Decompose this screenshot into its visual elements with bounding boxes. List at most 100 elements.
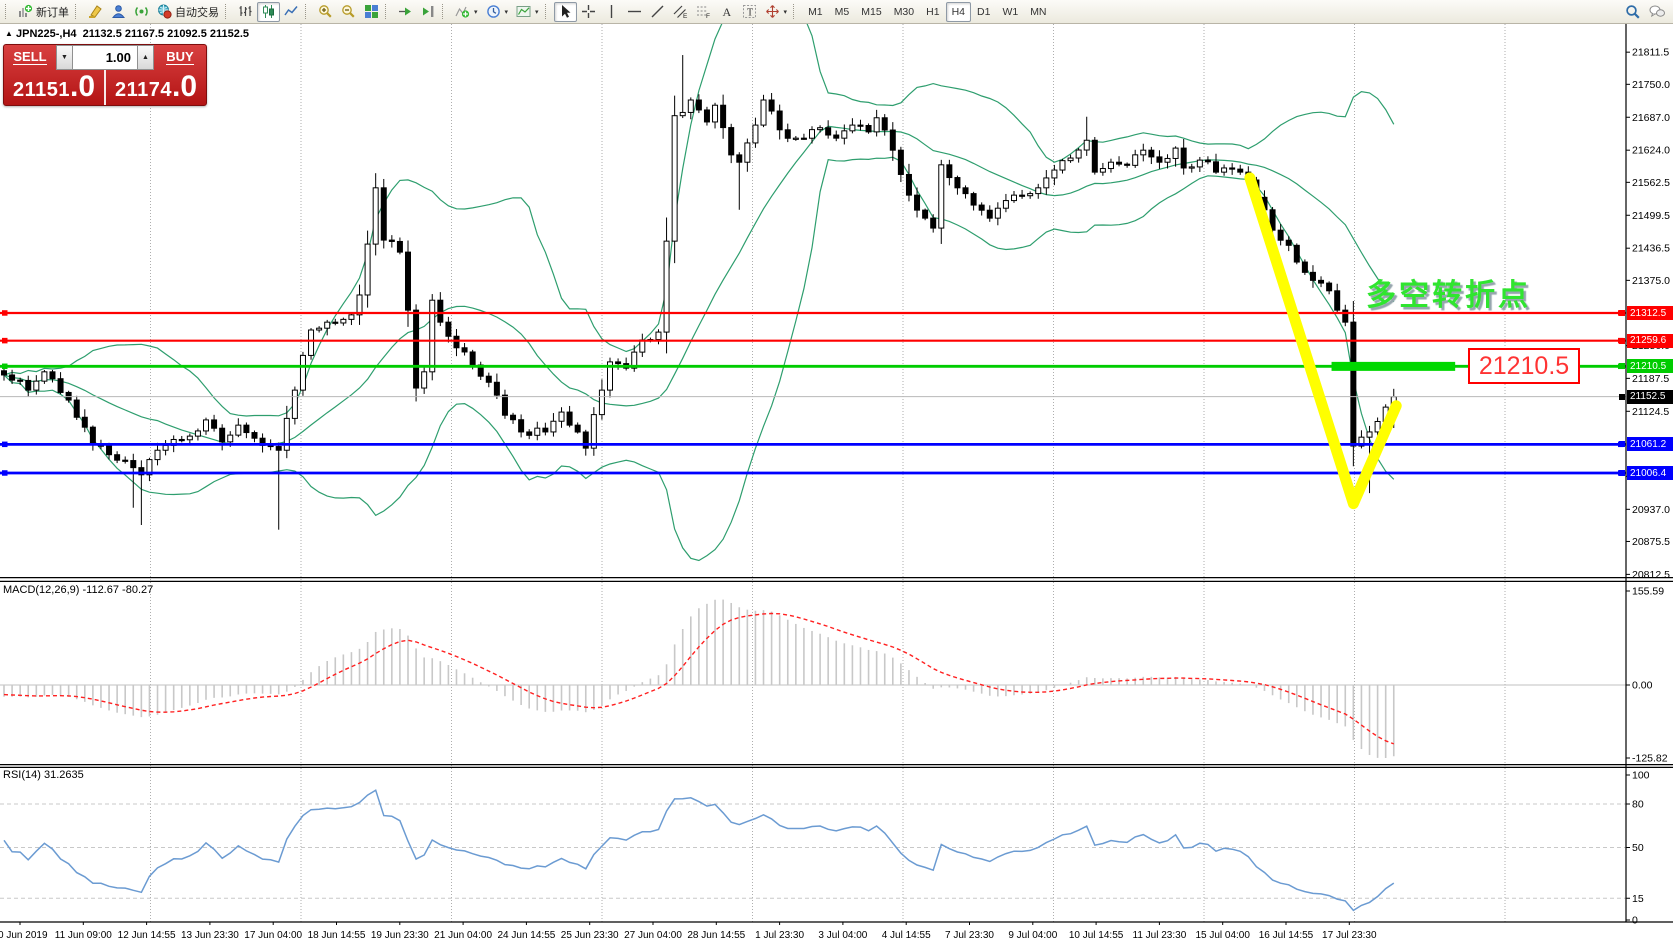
timeframe-button-w1[interactable]: W1 [996, 2, 1024, 22]
hline-button[interactable] [623, 2, 646, 22]
candle-chart-button[interactable] [257, 2, 280, 22]
trendline-button[interactable] [646, 2, 669, 22]
candle-body [769, 100, 774, 111]
buy-button[interactable]: BUY [154, 45, 206, 70]
candle-body [971, 194, 976, 205]
time-axis-label: 3 Jul 04:00 [818, 930, 867, 941]
buy-price[interactable]: 21174 .0 [106, 70, 206, 106]
chart-title-symbol: JPN225-,H4 [16, 28, 77, 40]
resistance-line-1-handle[interactable] [2, 310, 8, 316]
candle-body [1133, 155, 1138, 166]
time-axis-label: 15 Jul 04:00 [1195, 930, 1250, 941]
candle-body [333, 322, 338, 323]
toolbar-drag-handle [793, 4, 798, 19]
candle-body [785, 130, 790, 138]
new-order-button[interactable]: 新订单 [14, 2, 73, 22]
zoom-in-button[interactable] [314, 2, 337, 22]
zoom-out-button[interactable] [337, 2, 360, 22]
price-tick: 21375.0 [1632, 275, 1670, 287]
chart-plus-icon [18, 4, 33, 19]
candle-body [1310, 272, 1315, 280]
timeframe-button-d1[interactable]: D1 [971, 2, 996, 22]
candle-body [1335, 291, 1340, 310]
candle-body [874, 118, 879, 132]
line-chart-button[interactable] [280, 2, 303, 22]
vline-button[interactable] [600, 2, 623, 22]
arrows-icon [765, 4, 780, 19]
profile-icon [111, 4, 126, 19]
candle-body [236, 425, 241, 435]
candle-body [1165, 158, 1170, 162]
arrows-button[interactable]: ▾ [761, 2, 792, 22]
timeframe-button-m30[interactable]: M30 [888, 2, 920, 22]
timeframe-button-h1[interactable]: H1 [920, 2, 945, 22]
text-button[interactable]: A [715, 2, 738, 22]
volume-input[interactable]: 1.00 [73, 45, 137, 70]
cursor-button[interactable] [554, 2, 577, 22]
chart-plot[interactable]: 21811.521750.021687.021624.021562.521499… [0, 0, 1673, 949]
candle-body [1319, 280, 1324, 283]
time-axis-label: 27 Jun 04:00 [624, 930, 682, 941]
fibo-icon: F [696, 4, 711, 19]
sell-price[interactable]: 21151 .0 [4, 70, 104, 106]
label-button[interactable]: T [738, 2, 761, 22]
highlighter-button[interactable] [84, 2, 107, 22]
time-axis-label: 10 Jul 14:55 [1069, 930, 1124, 941]
sell-button[interactable]: SELL [4, 45, 56, 70]
candle-body [834, 135, 839, 138]
volume-increase-button[interactable]: ▲ [137, 45, 154, 70]
candle-body [50, 372, 55, 379]
timeframe-button-h4[interactable]: H4 [946, 2, 971, 22]
candle-body [737, 155, 742, 162]
fibo-button[interactable]: F [692, 2, 715, 22]
time-axis-label: 4 Jul 14:55 [882, 930, 931, 941]
channel-button[interactable]: E [669, 2, 692, 22]
time-axis-label: 11 Jun 09:00 [55, 930, 113, 941]
chevron-down-icon: ▾ [784, 8, 788, 16]
pivot-line-handle[interactable] [2, 364, 8, 370]
price-level-label: 21259.6 [1627, 334, 1673, 348]
clock-icon [486, 4, 501, 19]
turning-point-annotation[interactable]: 多空转折点 [1366, 270, 1531, 314]
macd-indicator-label: MACD(12,26,9) -112.67 -80.27 [3, 584, 153, 596]
resistance-line-2-handle[interactable] [2, 338, 8, 344]
tile-windows-button[interactable] [360, 2, 383, 22]
candle-body [842, 131, 847, 138]
timeframe-button-m5[interactable]: M5 [829, 2, 856, 22]
support-line-2-handle[interactable] [2, 470, 8, 476]
macd-tick: 0.00 [1632, 680, 1653, 692]
tiles-icon [364, 4, 379, 19]
templates-button[interactable]: ▾ [512, 2, 543, 22]
chevron-down-icon: ▾ [505, 8, 509, 16]
bar-chart-button[interactable] [234, 2, 257, 22]
candle-body [850, 125, 855, 131]
timeframe-button-m15[interactable]: M15 [855, 2, 887, 22]
candle-body [252, 433, 257, 439]
timeframe-button-mn[interactable]: MN [1024, 2, 1052, 22]
timeframe-button-m1[interactable]: M1 [802, 2, 829, 22]
autotrade-button[interactable]: 自动交易 [153, 2, 223, 22]
search-button[interactable] [1621, 2, 1645, 22]
price-tick: 21562.5 [1632, 177, 1670, 189]
news-button[interactable] [130, 2, 153, 22]
time-axis-label: 28 Jun 14:55 [687, 930, 745, 941]
profile-button[interactable] [107, 2, 130, 22]
time-axis-label: 10 Jun 2019 [0, 930, 48, 941]
rsi-indicator-label: RSI(14) 31.2635 [3, 769, 84, 781]
toolbar-drag-handle [225, 4, 230, 19]
support-line-1-handle[interactable] [2, 442, 8, 448]
crosshair-button[interactable] [577, 2, 600, 22]
indicators-button[interactable]: ▾ [451, 2, 482, 22]
candle-body [704, 110, 709, 122]
candle-body [163, 445, 168, 450]
pivot-price-flag[interactable]: 21210.5 [1468, 348, 1580, 384]
auto-scroll-button[interactable] [394, 2, 417, 22]
candle-body [1205, 160, 1210, 162]
toolbar-drag-handle [545, 4, 550, 19]
volume-decrease-button[interactable]: ▼ [56, 45, 73, 70]
periods-button[interactable]: ▾ [482, 2, 513, 22]
chart-shift-button[interactable] [417, 2, 440, 22]
candle-body [1076, 150, 1081, 158]
candle-body [1238, 169, 1243, 172]
chat-button[interactable] [1645, 2, 1670, 22]
